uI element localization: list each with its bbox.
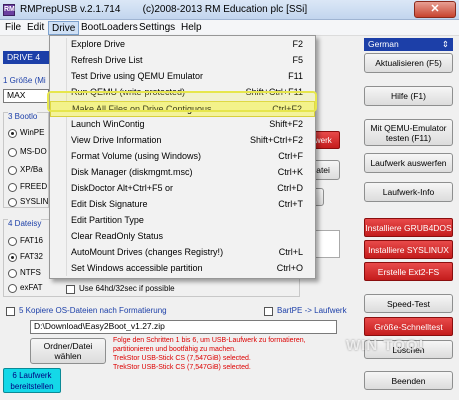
menu-drive[interactable]: Drive (48, 21, 80, 35)
menu-item-edit-disk-signature[interactable]: Edit Disk Signature Ctrl+T (50, 197, 315, 213)
radio-fat16[interactable] (8, 237, 17, 246)
close-button[interactable]: ✕ (414, 1, 456, 18)
language-select[interactable]: German ⇕ (364, 38, 453, 51)
size-input[interactable]: MAX (3, 89, 49, 103)
menu-item-diskdoctor[interactable]: DiskDoctor Alt+Ctrl+F5 or Ctrl+D (50, 181, 315, 197)
menu-bar: File Edit Drive BootLoaders Settings Hel… (0, 20, 459, 36)
eject-button[interactable]: Laufwerk auswerfen (364, 153, 453, 173)
install-grub4dos-button[interactable]: Installiere GRUB4DOS (364, 218, 453, 237)
quick-size-test-button[interactable]: Größe-Schnelltest (364, 317, 453, 336)
info-line-2: partitionieren und bootfähig zu machen. (113, 346, 236, 353)
speed-test-button[interactable]: Speed-Test (364, 294, 453, 313)
radio-msdos-label: MS-DO (20, 147, 47, 156)
install-syslinux-button[interactable]: Installiere SYSLINUX (364, 240, 453, 259)
app-icon: RM (3, 4, 15, 16)
spin-icon: ⇕ (441, 39, 449, 49)
menu-item-edit-partition-type[interactable]: Edit Partition Type (50, 213, 315, 229)
radio-fat32-label: FAT32 (20, 252, 43, 261)
menu-item-clear-readonly[interactable]: Clear ReadOnly Status (50, 229, 315, 245)
language-value: German (368, 39, 399, 49)
fs-label: 4 Dateisy (8, 219, 42, 228)
menu-item-explore-drive[interactable]: Explore Drive F2 (50, 37, 315, 53)
radio-syslinux[interactable] (8, 198, 17, 207)
info-line-4: TrekStor USB-Stick CS (7,547GiB) selecte… (113, 364, 251, 371)
info-text: Folge den Schritten 1 bis 6, um USB-Lauf… (113, 336, 343, 372)
size-label: 1 Größe (Mi (3, 76, 46, 85)
title-bar: RM RMPrepUSB v.2.1.714 (c)2008-2013 RM E… (0, 0, 459, 20)
use64-label: Use 64hd/32sec if possible (79, 284, 175, 293)
highlight-annotation (47, 91, 317, 112)
use64-checkbox[interactable] (66, 285, 75, 294)
exit-button[interactable]: Beenden (364, 371, 453, 390)
radio-freedos-label: FREED (20, 182, 48, 191)
qemu-test-button[interactable]: Mit QEMU-Emulator testen (F11) (364, 119, 453, 146)
menu-file[interactable]: File (2, 21, 24, 35)
radio-syslinux-label: SYSLIN (20, 197, 49, 206)
radio-fat32[interactable] (8, 253, 17, 262)
radio-exfat[interactable] (8, 284, 17, 293)
menu-item-test-qemu[interactable]: Test Drive using QEMU Emulator F11 (50, 69, 315, 85)
refresh-button[interactable]: Aktualisieren (F5) (364, 53, 453, 73)
watermark-logo: WIN TOO! (346, 337, 425, 354)
boot-panel (3, 112, 49, 208)
copy-os-checkbox[interactable] (6, 307, 15, 316)
menu-item-format-volume[interactable]: Format Volume (using Windows) Ctrl+F (50, 149, 315, 165)
radio-exfat-label: exFAT (20, 283, 43, 292)
menu-item-view-drive-info[interactable]: View Drive Information Shift+Ctrl+F2 (50, 133, 315, 149)
menu-item-set-accessible-partition[interactable]: Set Windows accessible partition Ctrl+O (50, 261, 315, 277)
menu-help[interactable]: Help (178, 21, 205, 35)
menu-item-automount[interactable]: AutoMount Drives (changes Registry!) Ctrl… (50, 245, 315, 261)
path-input[interactable]: D:\Download\Easy2Boot_v1.27.zip (30, 320, 337, 334)
menu-edit[interactable]: Edit (24, 21, 47, 35)
window-title: RMPrepUSB v.2.1.714 (c)2008-2013 RM Educ… (20, 4, 308, 15)
copy-os-label: 5 Kopiere OS-Dateien nach Formatierung (19, 306, 167, 315)
drive-list[interactable]: DRIVE 4 (3, 51, 49, 64)
drive-info-button[interactable]: Laufwerk-Info (364, 182, 453, 202)
radio-ntfs[interactable] (8, 269, 17, 278)
info-line-3: TrekStor USB-Stick CS (7,547GiB) selecte… (113, 355, 251, 362)
bartpe-checkbox[interactable] (264, 307, 273, 316)
application-window: RM RMPrepUSB v.2.1.714 (c)2008-2013 RM E… (0, 0, 459, 400)
radio-fat16-label: FAT16 (20, 236, 43, 245)
radio-xp-label: XP/Ba (20, 165, 43, 174)
info-line-1: Folge den Schritten 1 bis 6, um USB-Lauf… (113, 337, 306, 344)
bartpe-label: BartPE -> Laufwerk (277, 306, 347, 315)
radio-winpe-label: WinPE (20, 128, 45, 137)
radio-ntfs-label: NTFS (20, 268, 41, 277)
menu-item-refresh-drive-list[interactable]: Refresh Drive List F5 (50, 53, 315, 69)
drive-menu: Explore Drive F2 Refresh Drive List F5 Tes… (49, 35, 316, 279)
radio-freedos[interactable] (8, 183, 17, 192)
boot-label: 3 Bootlo (8, 112, 38, 121)
radio-winpe[interactable] (8, 129, 17, 138)
help-button[interactable]: Hilfe (F1) (364, 86, 453, 106)
prepare-drive-button[interactable]: 6 Laufwerk bereitstellen (3, 368, 61, 393)
menu-item-disk-manager[interactable]: Disk Manager (diskmgmt.msc) Ctrl+K (50, 165, 315, 181)
menu-settings[interactable]: Settings (136, 21, 178, 35)
create-ext2-button[interactable]: Erstelle Ext2-FS (364, 262, 453, 281)
choose-folder-button[interactable]: Ordner/Datei wählen (30, 338, 106, 364)
radio-msdos[interactable] (8, 148, 17, 157)
menu-item-launch-wincontig[interactable]: Launch WinContig Shift+F2 (50, 117, 315, 133)
menu-bootloaders[interactable]: BootLoaders (78, 21, 141, 35)
radio-xp[interactable] (8, 166, 17, 175)
